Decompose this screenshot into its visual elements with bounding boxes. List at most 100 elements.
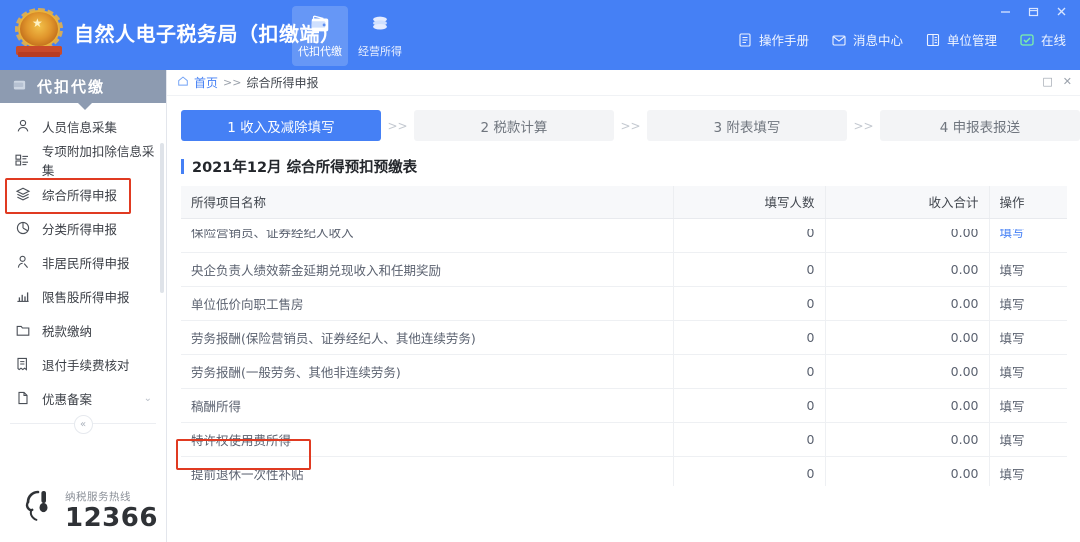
nav-online-status-label: 在线 [1040,33,1066,48]
cell-item-name[interactable]: 单位低价向职工售房 [181,286,673,321]
income-items-table: 所得项目名称 填写人数 收入合计 操作 保险营销员、证券经纪人收入 0 0.00… [181,186,1067,486]
wallet-icon [309,13,331,40]
cell-item-name[interactable]: 稿酬所得 [181,388,673,423]
restore-icon[interactable] [1020,2,1046,20]
table-scroll-area[interactable]: 所得项目名称 填写人数 收入合计 操作 保险营销员、证券经纪人收入 0 0.00… [167,186,1080,486]
layers-icon [14,186,31,203]
hotline-block: 纳税服务热线 12366 [22,486,158,532]
headset-icon [22,486,58,532]
cell-person-count: 0 [672,320,825,355]
section-title: 2021年12月 综合所得预扣预缴表 [181,156,1080,177]
clipped-item-name: 保险营销员、证券经纪人收入 [191,229,354,240]
collapse-sidebar-button[interactable]: « [73,415,93,434]
cell-action-fill[interactable]: 填写 [988,388,1067,423]
cell-person-count: 0 [672,252,825,287]
cell-item-name[interactable]: 提前退休一次性补贴 [181,456,673,486]
table-row[interactable]: 单位低价向职工售房 0 0.00 填写 [181,286,1067,321]
sidebar-item-label: 综合所得申报 [42,187,118,203]
cell-action-fill[interactable]: 填写 [988,320,1067,355]
cell-income-total: 0.00 [824,422,989,457]
table-row[interactable]: 稿酬所得 0 0.00 填写 [181,388,1067,423]
sidebar-item-tax-payment[interactable]: 税款缴纳 [0,313,166,347]
section-accent-bar [181,159,184,174]
cell-item-name[interactable]: 劳务报酬(保险营销员、证券经纪人、其他连续劳务) [181,320,673,355]
cell-action-fill[interactable]: 填写 [988,354,1067,389]
table-row[interactable]: 提前退休一次性补贴 0 0.00 填写 [181,456,1067,486]
list-icon [14,152,31,169]
sidebar-item-label: 税款缴纳 [42,323,93,339]
sidebar-item-label: 退付手续费核对 [42,357,130,373]
step-income-deduction[interactable]: 1 收入及减除填写 [181,110,381,141]
maximize-panel-icon[interactable]: □ [1042,75,1052,88]
panel-controls: □ ✕ [1042,75,1072,88]
receipt-icon [14,356,31,373]
table-row-clipped[interactable]: 保险营销员、证券经纪人收入 0 0.00 填写 [181,218,1067,253]
cell-item-name[interactable]: 劳务报酬(一般劳务、其他非连续劳务) [181,354,673,389]
folder-icon [14,322,31,339]
sidebar-item-restricted-shares-income[interactable]: 限售股所得申报 [0,279,166,313]
sidebar-item-classified-income[interactable]: 分类所得申报 [0,211,166,245]
cell-item-name[interactable]: 央企负责人绩效薪金延期兑现收入和任期奖励 [181,252,673,287]
header-tabs: 代扣代缴 经营所得 [292,6,408,66]
section-title-label: 2021年12月 综合所得预扣预缴表 [192,160,418,176]
sidebar-item-label: 分类所得申报 [42,221,118,237]
step-declaration-submit[interactable]: 4 申报表报送 [880,110,1080,141]
sidebar-header-label: 代扣代缴 [37,78,106,96]
breadcrumb-home[interactable]: 首页 [194,74,218,91]
col-action: 操作 [988,186,1067,219]
cell-action-fill[interactable]: 填写 [988,422,1067,457]
nav-messages-label: 消息中心 [852,33,903,48]
step-tax-calculation[interactable]: 2 税款计算 [414,110,614,141]
nav-manual-label: 操作手册 [758,33,809,48]
breadcrumb-separator: >> [223,76,242,89]
table-row[interactable]: 特许权使用费所得 0 0.00 填写 [181,422,1067,457]
tab-withholding[interactable]: 代扣代缴 [292,6,348,66]
sidebar-item-special-deduction-info[interactable]: 专项附加扣除信息采集 [0,143,166,178]
bar-chart-icon [14,288,31,305]
sidebar-item-nonresident-income[interactable]: 非居民所得申报 [0,245,166,279]
close-icon[interactable] [1048,2,1074,20]
tab-business-income[interactable]: 经营所得 [352,6,408,66]
table-row[interactable]: 劳务报酬(一般劳务、其他非连续劳务) 0 0.00 填写 [181,354,1067,389]
col-item-name: 所得项目名称 [181,186,673,219]
sidebar-item-label: 专项附加扣除信息采集 [41,144,155,178]
sidebar-item-comprehensive-income[interactable]: 综合所得申报 [0,177,166,214]
cell-action-fill[interactable]: 填写 [988,456,1067,486]
cell-item-name[interactable]: 特许权使用费所得 [181,422,673,457]
step-separator: >> [853,118,874,133]
close-panel-icon[interactable]: ✕ [1063,75,1072,88]
nav-manual[interactable]: 操作手册 [737,30,809,49]
sidebar-item-preferential-filing[interactable]: 优惠备案 ⌄ [0,381,166,415]
nav-messages[interactable]: 消息中心 [831,30,903,49]
col-income-total: 收入合计 [824,186,989,219]
step-separator: >> [387,118,408,133]
cell-person-count: 0 [672,388,825,423]
minimize-icon[interactable] [992,2,1018,20]
step-attachment-fill[interactable]: 3 附表填写 [647,110,847,141]
cell-person-count: 0 [672,456,825,486]
home-icon [177,75,189,90]
sidebar-item-label: 非居民所得申报 [42,255,130,271]
envelope-icon [831,32,847,48]
nav-org-management-label: 单位管理 [946,33,997,48]
breadcrumb: 首页 >> 综合所得申报 □ ✕ [167,70,1080,96]
step-wizard: 1 收入及减除填写 >> 2 税款计算 >> 3 附表填写 >> 4 申报表报送 [167,96,1080,141]
application-window: ★ 自然人电子税务局（扣缴端） 代扣代缴 经营所得 操作手册 消息中心 单位管理… [0,0,1080,542]
cell-action-fill[interactable]: 填写 [988,286,1067,321]
nav-online-status[interactable]: 在线 [1019,30,1066,49]
cell-income-total: 0.00 [824,320,989,355]
hotline-label: 纳税服务热线 [65,491,131,503]
sidebar-item-personnel-info[interactable]: 人员信息采集 [0,109,166,143]
cell-income-total: 0.00 [824,286,989,321]
hotline-number: 12366 [65,503,158,533]
cell-action-fill[interactable]: 填写 [988,252,1067,287]
step-separator: >> [620,118,641,133]
sidebar-menu: 人员信息采集 专项附加扣除信息采集 综合所得申报 分类所得申报 非居民所得申报 … [0,103,166,415]
table-row[interactable]: 央企负责人绩效薪金延期兑现收入和任期奖励 0 0.00 填写 [181,252,1067,287]
sidebar-item-refund-fee-check[interactable]: 退付手续费核对 [0,347,166,381]
table-row[interactable]: 劳务报酬(保险营销员、证券经纪人、其他连续劳务) 0 0.00 填写 [181,320,1067,355]
nav-org-management[interactable]: 单位管理 [925,30,997,49]
clipped-action[interactable]: 填写 [1000,229,1058,241]
person-icon [14,118,31,135]
clipped-count: 0 [806,229,815,240]
